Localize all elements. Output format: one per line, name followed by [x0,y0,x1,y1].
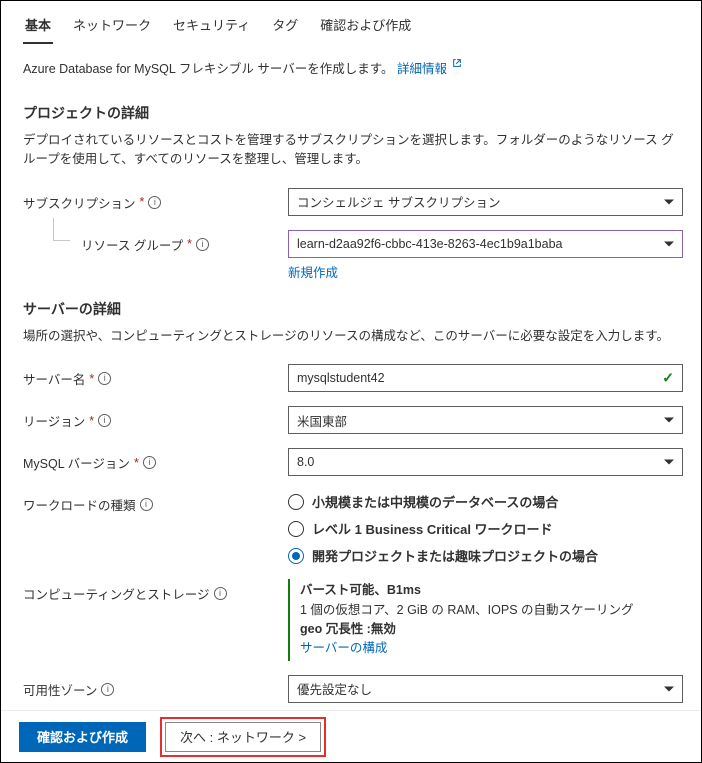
review-create-button[interactable]: 確認および作成 [19,722,146,752]
tab-tag[interactable]: タグ [270,11,300,44]
server-name-label: サーバー名* [23,364,288,388]
info-icon[interactable] [148,196,161,209]
info-icon[interactable] [196,238,209,251]
subscription-select[interactable]: コンシェルジェ サブスクリプション [288,188,683,216]
workload-radio-dev[interactable]: 開発プロジェクトまたは趣味プロジェクトの場合 [288,546,683,565]
compute-storage-summary: バースト可能、B1ms 1 個の仮想コア、2 GiB の RAM、IOPS の自… [288,579,683,661]
availability-zone-select[interactable]: 優先設定なし [288,675,683,703]
compute-storage-label: コンピューティングとストレージ [23,579,288,603]
radio-icon [288,494,304,510]
valid-check-icon: ✓ [662,370,674,387]
footer-bar: 確認および作成 次へ : ネットワーク > [1,710,701,762]
region-select[interactable]: 米国東部 [288,406,683,434]
mysql-version-label: MySQL バージョン* [23,448,288,472]
radio-icon [288,548,304,564]
configure-server-link[interactable]: サーバーの構成 [300,639,683,658]
tab-security[interactable]: セキュリティ [171,11,252,44]
intro-text: Azure Database for MySQL フレキシブル サーバーを作成し… [23,62,393,76]
server-heading: サーバーの詳細 [23,299,683,319]
next-network-button[interactable]: 次へ : ネットワーク > [165,722,321,752]
info-icon[interactable] [98,372,111,385]
resource-group-label: リソース グループ* [23,230,288,254]
subscription-label: サブスクリプション* [23,188,288,212]
info-icon[interactable] [140,498,153,511]
resource-group-select[interactable]: learn-d2aa92f6-cbbc-413e-8263-4ec1b9a1ba… [288,230,683,258]
intro-link[interactable]: 詳細情報 [397,62,463,76]
workload-radio-group: 小規模または中規模のデータベースの場合 レベル 1 Business Criti… [288,490,683,565]
server-desc: 場所の選択や、コンピューティングとストレージのリソースの構成など、このサーバーに… [23,327,683,346]
availability-zone-label: 可用性ゾーン [23,675,288,699]
info-icon[interactable] [98,414,111,427]
external-link-icon [452,58,462,68]
tab-network[interactable]: ネットワーク [71,11,153,44]
highlight-box: 次へ : ネットワーク > [160,717,326,757]
region-label: リージョン* [23,406,288,430]
info-icon[interactable] [101,683,114,696]
mysql-version-select[interactable]: 8.0 [288,448,683,476]
workload-label: ワークロードの種類 [23,490,288,514]
project-desc: デプロイされているリソースとコストを管理するサブスクリプションを選択します。フォ… [23,131,683,170]
project-heading: プロジェクトの詳細 [23,103,683,123]
info-icon[interactable] [143,456,156,469]
tab-review[interactable]: 確認および作成 [318,11,413,44]
info-icon[interactable] [214,587,227,600]
workload-radio-tier1[interactable]: レベル 1 Business Critical ワークロード [288,519,683,538]
resource-group-new-link[interactable]: 新規作成 [288,262,338,281]
workload-radio-small[interactable]: 小規模または中規模のデータベースの場合 [288,492,683,511]
tab-basic[interactable]: 基本 [23,11,53,44]
tab-bar: 基本 ネットワーク セキュリティ タグ 確認および作成 [23,5,683,44]
radio-icon [288,521,304,537]
server-name-input[interactable]: mysqlstudent42 ✓ [288,364,683,392]
